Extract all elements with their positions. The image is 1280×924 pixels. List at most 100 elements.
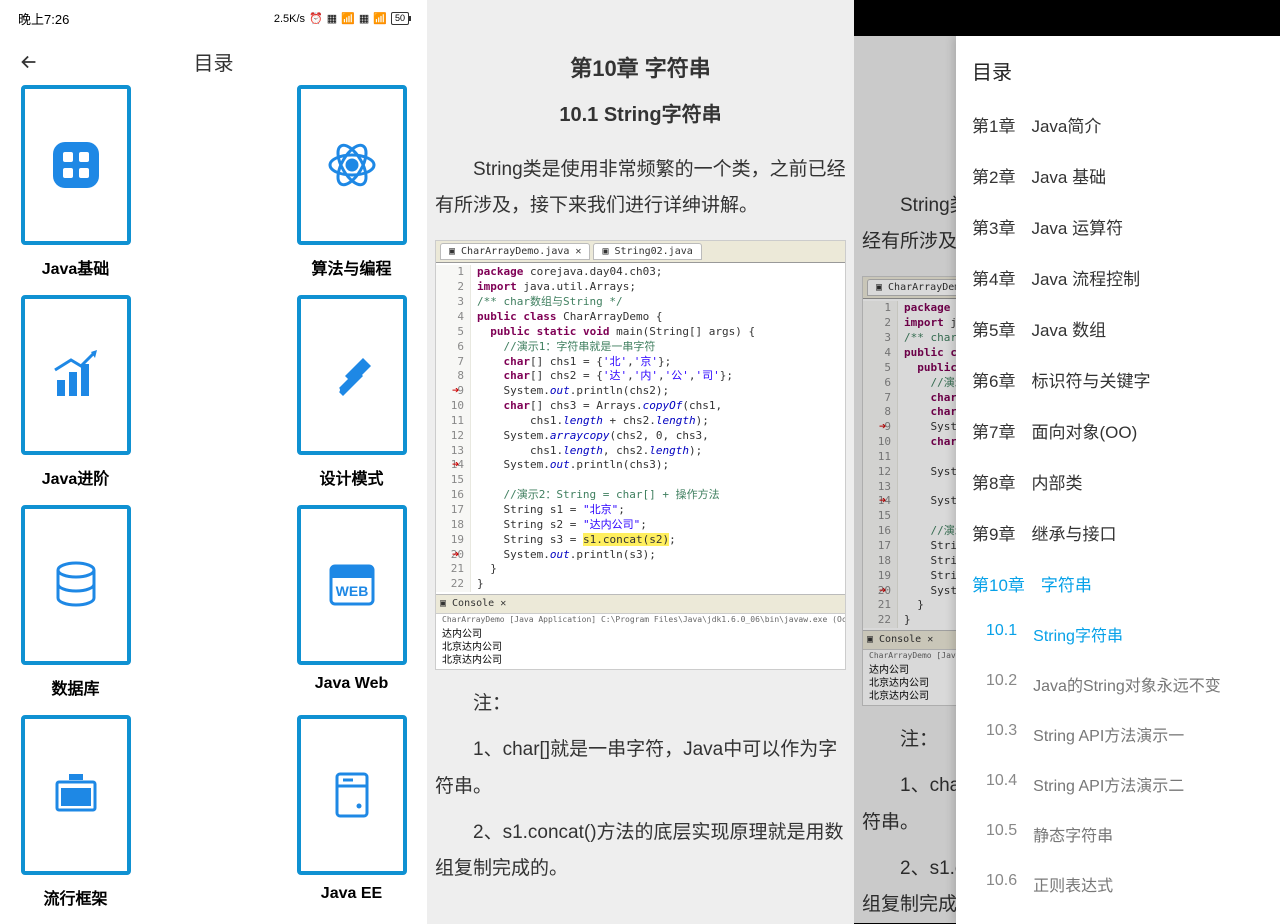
tools-icon (323, 346, 381, 404)
toc-num: 10.1 (986, 622, 1017, 646)
toc-text: String API方法演示一 (1033, 722, 1184, 746)
toc-item[interactable]: 第3章 Java 运算符 (956, 201, 1280, 252)
toc-subitem[interactable]: 10.4 String API方法演示二 (956, 759, 1280, 809)
notes-heading: 注： (862, 722, 956, 758)
tile-label: 设计模式 (319, 465, 383, 489)
toc-item[interactable]: 第5章 Java 数组 (956, 303, 1280, 354)
note-item: 2、s1.concat()方法的底层实现原理就是用数组复制完成的。 (435, 815, 846, 887)
intro-paragraph: String类是使用非常频繁的一个类，之前已经有所涉及，接下来我们进行详绅讲解。 (862, 188, 956, 260)
tile-label: Java EE (321, 885, 382, 903)
tile-label: Java基础 (42, 255, 110, 279)
section-title: 10.1 String字符串 (435, 96, 846, 134)
web-icon: WEB (323, 556, 381, 614)
toc-text: 静态字符串 (1033, 822, 1113, 846)
frame-icon (47, 766, 105, 824)
category-tile[interactable]: 算法与编程 (294, 85, 409, 279)
toc-subitem[interactable]: 10.6 正则表达式 (956, 859, 1280, 909)
category-tile[interactable]: Java基础 (18, 85, 133, 279)
toc-subitem[interactable]: 10.2 Java的String对象永远不变 (956, 659, 1280, 709)
toc-num: 第8章 (972, 469, 1015, 494)
toc-text: 正则表达式 (1033, 872, 1113, 896)
toc-num: 第6章 (972, 367, 1015, 392)
tile-label: 流行框架 (43, 885, 107, 909)
tile-label: Java进阶 (42, 465, 110, 489)
toc-text: String字符串 (1033, 622, 1123, 646)
tile-label: Java Web (315, 675, 389, 693)
toc-num: 10.3 (986, 722, 1017, 746)
toc-num: 第7章 (972, 418, 1015, 443)
categories-screen: 晚上7:26 2.5K/s ⏰ ▦ 📶 ▦ 📶 50 目录 Java基础 算法与编… (0, 0, 427, 924)
category-tile[interactable]: Java进阶 (18, 295, 133, 489)
toc-num: 第5章 (972, 316, 1015, 341)
toc-item[interactable]: 第7章面向对象(OO) (956, 405, 1280, 456)
title-bar: 目录 (0, 37, 427, 85)
toc-item[interactable]: 第10章字符串 (956, 558, 1280, 609)
article-screen: 第10章 字符串10.1 String字符串String类是使用非常频繁的一个类… (427, 0, 854, 924)
toc-num: 10.2 (986, 672, 1017, 696)
toc-item[interactable]: 第8章内部类 (956, 456, 1280, 507)
tile-label: 数据库 (51, 675, 99, 699)
toc-drawer: 目录 第1章Java简介第2章 Java 基础第3章 Java 运算符第4章 Java… (956, 36, 1280, 924)
toc-num: 第4章 (972, 265, 1015, 290)
toc-num: 第3章 (972, 214, 1015, 239)
code-screenshot: ▣ CharArrayDemo.java ✕▣ String02.java1pa… (862, 276, 956, 706)
toc-text: 面向对象(OO) (1031, 418, 1137, 443)
battery-icon: 50 (391, 12, 409, 25)
toc-num: 第9章 (972, 520, 1015, 545)
category-tile[interactable]: 数据库 (18, 505, 133, 699)
toc-item[interactable]: 第4章 Java 流程控制 (956, 252, 1280, 303)
editor-tab[interactable]: ▣ String02.java (593, 243, 701, 261)
toc-item[interactable]: 第1章Java简介 (956, 99, 1280, 150)
category-tile[interactable]: WEB Java Web (294, 505, 409, 699)
dimmed-article: 第10章 字符串 10.1 String字符串 String类是使用非常频繁的一个类… (854, 36, 956, 924)
note-item: 2、s1.concat()方法的底层实现原理就是用数组复制完成的。 (862, 851, 956, 923)
notes-heading: 注： (435, 686, 846, 722)
chapter-title: 第10章 字符串 (435, 48, 846, 90)
note-item: 1、char[]就是一串字符，Java中可以作为字符串。 (435, 732, 846, 804)
alarm-icon: ⏰ (309, 12, 323, 25)
category-tile[interactable]: 设计模式 (294, 295, 409, 489)
toc-text: Java 运算符 (1031, 214, 1123, 239)
svg-text:WEB: WEB (335, 583, 368, 599)
toc-text: 标识符与关键字 (1031, 367, 1150, 392)
black-status-bar (854, 0, 1280, 36)
toc-item[interactable]: 第6章标识符与关键字 (956, 354, 1280, 405)
toc-subitem[interactable]: 10.5 静态字符串 (956, 809, 1280, 859)
hd-icon-2: ▦ (359, 12, 369, 25)
category-tile[interactable]: Java EE (294, 715, 409, 909)
category-tile[interactable]: 流行框架 (18, 715, 133, 909)
db-icon (47, 556, 105, 614)
editor-tab[interactable]: ▣ CharArrayDemo.java ✕ (440, 243, 590, 261)
signal-icon: 📶 (341, 12, 355, 25)
toc-num: 10.6 (986, 872, 1017, 896)
toc-text: Java的String对象永远不变 (1033, 672, 1221, 696)
back-button[interactable] (18, 51, 40, 79)
toc-title: 目录 (956, 36, 1280, 99)
section-title: 10.1 String字符串 (862, 132, 956, 170)
toc-text: 字符串 (1041, 571, 1092, 596)
toc-num: 10.4 (986, 772, 1017, 796)
toc-text: Java 流程控制 (1031, 265, 1140, 290)
toc-num: 第2章 (972, 163, 1015, 188)
toc-text: Java 数组 (1031, 316, 1106, 341)
toc-subitem[interactable]: 10.1 String字符串 (956, 609, 1280, 659)
toc-text: Java简介 (1031, 112, 1101, 137)
hd-icon: ▦ (327, 12, 337, 25)
toc-text: 内部类 (1031, 469, 1082, 494)
status-time: 晚上7:26 (18, 9, 69, 28)
toc-num: 10.5 (986, 822, 1017, 846)
article-with-toc-screen: 第10章 字符串 10.1 String字符串 String类是使用非常频繁的一个类… (854, 0, 1280, 924)
editor-tab[interactable]: ▣ CharArrayDemo.java ✕ (867, 279, 956, 297)
code-screenshot: ▣ CharArrayDemo.java ✕▣ String02.java1pa… (435, 240, 846, 670)
toc-subitem[interactable]: 10.3 String API方法演示一 (956, 709, 1280, 759)
signal-icon-2: 📶 (373, 12, 387, 25)
status-netspeed: 2.5K/s (274, 13, 305, 25)
chapter-title: 第10章 字符串 (862, 84, 956, 126)
atom-icon (323, 136, 381, 194)
toc-text: String API方法演示二 (1033, 772, 1184, 796)
toc-item[interactable]: 第9章继承与接口 (956, 507, 1280, 558)
toc-text: Java 基础 (1031, 163, 1106, 188)
status-bar: 晚上7:26 2.5K/s ⏰ ▦ 📶 ▦ 📶 50 (0, 0, 427, 37)
toc-item[interactable]: 第2章 Java 基础 (956, 150, 1280, 201)
grid-icon (47, 136, 105, 194)
